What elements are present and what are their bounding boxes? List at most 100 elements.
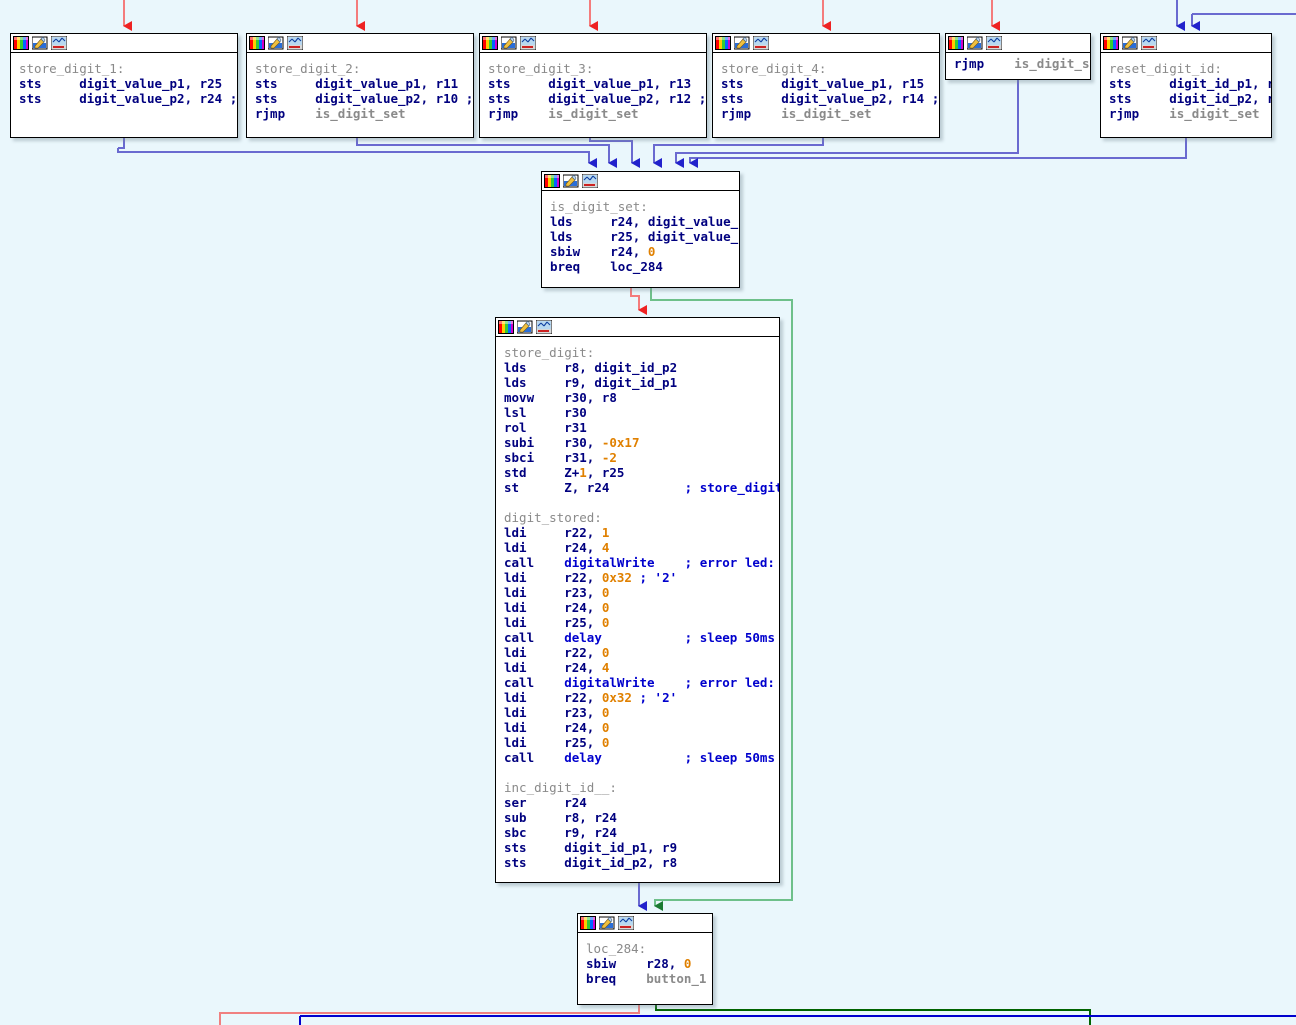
node-titlebar[interactable]	[578, 914, 712, 933]
code-line: ldi r23, 0	[504, 705, 773, 720]
code-token: digit_stored:	[504, 510, 602, 525]
pencil-edit-icon[interactable]	[517, 320, 533, 334]
graph-canvas[interactable]: store_digit_1: sts digit_value_p1, r25 sts…	[0, 0, 1296, 1025]
node-code-body[interactable]: is_digit_set: lds r24, digit_value_p2 lds …	[542, 191, 739, 281]
palette-icon[interactable]	[544, 174, 560, 188]
node-code-body[interactable]: store_digit_2: sts digit_value_p1, r11 sts…	[247, 53, 473, 128]
pencil-edit-icon[interactable]	[268, 36, 284, 50]
code-token: 4	[601, 660, 610, 675]
palette-icon[interactable]	[249, 36, 265, 50]
code-token: sts	[1109, 91, 1132, 106]
node-store-digit-1[interactable]: store_digit_1: sts digit_value_p1, r25 sts…	[10, 33, 238, 138]
node-code-body[interactable]: reset_digit_id: sts digit_id_p1, r1 sts di…	[1101, 53, 1271, 128]
node-code-body[interactable]: store_digit_3: sts digit_value_p1, r13 sts…	[480, 53, 706, 128]
node-loc-284[interactable]: loc_284: sbiw r28, 0 breq button_1	[577, 913, 713, 1005]
code-token: sts	[721, 91, 744, 106]
graph-chart-icon[interactable]	[582, 174, 598, 188]
code-token: 0x32	[601, 690, 632, 705]
node-titlebar[interactable]	[480, 34, 706, 53]
node-titlebar[interactable]	[1101, 34, 1271, 53]
graph-chart-icon[interactable]	[1141, 36, 1157, 50]
node-rjmp-is-digit-set[interactable]: rjmp is_digit_set	[945, 33, 1091, 80]
code-line: sts digit_value_p2, r24 ; 1	[19, 91, 237, 106]
pencil-edit-icon[interactable]	[734, 36, 750, 50]
node-titlebar[interactable]	[247, 34, 473, 53]
graph-chart-icon[interactable]	[753, 36, 769, 50]
node-store-digit-2[interactable]: store_digit_2: sts digit_value_p1, r11 sts…	[246, 33, 474, 138]
code-line: store_digit_1:	[19, 61, 231, 76]
node-store-digit-4[interactable]: store_digit_4: sts digit_value_p1, r15 sts…	[712, 33, 940, 138]
node-code-body[interactable]: store_digit: lds r8, digit_id_p2 lds r9, d…	[496, 337, 779, 877]
code-line: movw r30, r8	[504, 390, 773, 405]
palette-icon[interactable]	[948, 36, 964, 50]
palette-icon[interactable]	[580, 916, 596, 930]
code-line: rjmp is_digit_set	[721, 106, 933, 121]
code-token: 4	[601, 540, 610, 555]
code-token: r23,	[564, 585, 602, 600]
code-token: digit_value_p1, r25	[79, 76, 223, 91]
node-code-body[interactable]: store_digit_1: sts digit_value_p1, r25 sts…	[11, 53, 237, 113]
code-token: r24,	[564, 720, 602, 735]
code-line: breq loc_284	[550, 259, 733, 274]
code-line: is_digit_set:	[550, 199, 733, 214]
pencil-edit-icon[interactable]	[563, 174, 579, 188]
node-titlebar[interactable]	[496, 318, 779, 337]
code-token: r31	[564, 420, 587, 435]
node-store-digit-3[interactable]: store_digit_3: sts digit_value_p1, r13 sts…	[479, 33, 707, 138]
code-token: ldi	[504, 600, 527, 615]
pencil-edit-icon[interactable]	[599, 916, 615, 930]
code-token: r9, r24	[564, 825, 617, 840]
code-token: r25, digit_value_p1	[610, 229, 739, 244]
code-token: call	[504, 750, 535, 765]
code-token: st	[504, 480, 520, 495]
graph-chart-icon[interactable]	[51, 36, 67, 50]
code-line: sub r8, r24	[504, 810, 773, 825]
node-reset-digit-id[interactable]: reset_digit_id: sts digit_id_p1, r1 sts di…	[1100, 33, 1272, 138]
graph-chart-icon[interactable]	[986, 36, 1002, 50]
pencil-edit-icon[interactable]	[1122, 36, 1138, 50]
palette-icon[interactable]	[715, 36, 731, 50]
code-line: ldi r22, 1	[504, 525, 773, 540]
palette-icon[interactable]	[498, 320, 514, 334]
graph-chart-icon[interactable]	[287, 36, 303, 50]
node-titlebar[interactable]	[713, 34, 939, 53]
code-token: ldi	[504, 705, 527, 720]
code-token: r22,	[564, 525, 602, 540]
graph-chart-icon[interactable]	[520, 36, 536, 50]
node-titlebar[interactable]	[542, 172, 739, 191]
palette-icon[interactable]	[13, 36, 29, 50]
code-line: ldi r22, 0x32 ; '2'	[504, 570, 773, 585]
code-token: is_digit_set	[781, 106, 872, 121]
graph-chart-icon[interactable]	[536, 320, 552, 334]
code-token: r24,	[564, 600, 602, 615]
graph-chart-icon[interactable]	[618, 916, 634, 930]
code-token: rjmp	[721, 106, 752, 121]
code-line: sts digit_value_p1, r15	[721, 76, 933, 91]
node-titlebar[interactable]	[946, 34, 1090, 53]
palette-icon[interactable]	[482, 36, 498, 50]
code-token: r24,	[564, 660, 602, 675]
node-code-body[interactable]: store_digit_4: sts digit_value_p1, r15 sts…	[713, 53, 939, 128]
node-is-digit-set[interactable]: is_digit_set: lds r24, digit_value_p2 lds …	[541, 171, 740, 288]
pencil-edit-icon[interactable]	[32, 36, 48, 50]
pencil-edit-icon[interactable]	[501, 36, 517, 50]
code-token: digit_id_p1, r1	[1169, 76, 1271, 91]
code-token: sts	[721, 76, 744, 91]
node-titlebar[interactable]	[11, 34, 237, 53]
pencil-edit-icon[interactable]	[967, 36, 983, 50]
node-code-body[interactable]: rjmp is_digit_set	[946, 53, 1090, 74]
palette-icon[interactable]	[1103, 36, 1119, 50]
node-code-body[interactable]: loc_284: sbiw r28, 0 breq button_1	[578, 933, 712, 993]
node-store-digit[interactable]: store_digit: lds r8, digit_id_p2 lds r9, d…	[495, 317, 780, 883]
